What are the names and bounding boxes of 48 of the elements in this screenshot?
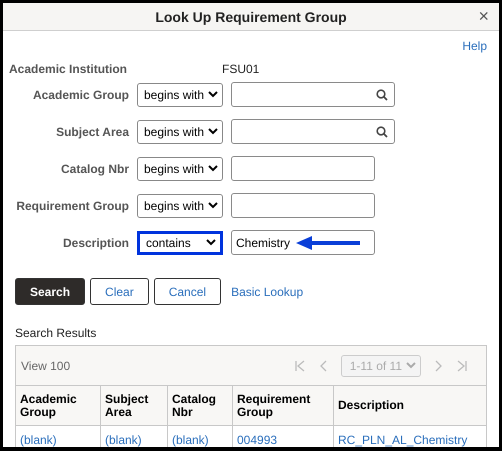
field-value: FSU01 (222, 62, 260, 76)
chevron-icon (206, 239, 216, 246)
table-cell-link[interactable]: (blank) (101, 426, 168, 447)
column-header: Catalog Nbr (168, 386, 233, 426)
field-label: Catalog Nbr (60, 162, 129, 176)
close-button[interactable]: × (478, 7, 489, 25)
previous-page-icon[interactable] (318, 360, 327, 372)
first-page-icon[interactable] (294, 360, 305, 372)
view-all-link[interactable]: View 100 (21, 358, 295, 372)
field-label: Academic Group (32, 88, 129, 102)
column-header: Subject Area (101, 386, 168, 426)
operator-dropdown[interactable]: contains (137, 230, 223, 254)
operator-dropdown[interactable]: begins with (137, 156, 223, 180)
field-label: Requirement Group (15, 198, 129, 212)
table-cell-link[interactable]: 004993 (233, 426, 334, 447)
chevron-icon (208, 165, 218, 172)
table-cell-link[interactable]: (blank) (168, 426, 233, 447)
input-field[interactable] (231, 193, 375, 218)
operator-dropdown[interactable]: begins with (137, 120, 223, 144)
chevron-icon (208, 91, 218, 98)
field-label: Description (62, 236, 129, 250)
chevron-icon (406, 362, 416, 369)
chevron-icon (208, 202, 218, 209)
table-cell-link[interactable]: (blank) (16, 426, 101, 447)
help-link[interactable]: Help (462, 35, 487, 57)
column-header: Academic Group (16, 386, 101, 426)
column-header: Requirement Group (233, 386, 334, 426)
input-field[interactable]: Chemistry (231, 230, 375, 255)
next-page-icon[interactable] (435, 360, 443, 372)
operator-dropdown[interactable]: begins with (137, 82, 223, 106)
search-button[interactable]: Search (15, 278, 86, 305)
basic-lookup-link[interactable]: Basic Lookup (231, 284, 304, 298)
section-title: Search Results (15, 326, 98, 340)
action-button[interactable]: Cancel (154, 278, 222, 305)
chevron-icon (208, 128, 218, 135)
action-button[interactable]: Clear (90, 278, 149, 305)
field-label: Subject Area (55, 124, 129, 138)
window-title: Look Up Requirement Group (155, 8, 347, 24)
input-field[interactable] (231, 156, 375, 181)
table-cell-link[interactable]: RC_PLN_AL_Chemistry (334, 426, 486, 447)
column-header: Description (334, 386, 486, 426)
field-label: Academic Institution (9, 62, 128, 76)
search-icon[interactable] (376, 88, 388, 100)
input-field[interactable] (231, 119, 395, 144)
input-field[interactable] (231, 82, 395, 107)
last-page-icon[interactable] (457, 360, 467, 372)
operator-dropdown[interactable]: begins with (137, 194, 223, 218)
search-icon[interactable] (376, 126, 388, 138)
